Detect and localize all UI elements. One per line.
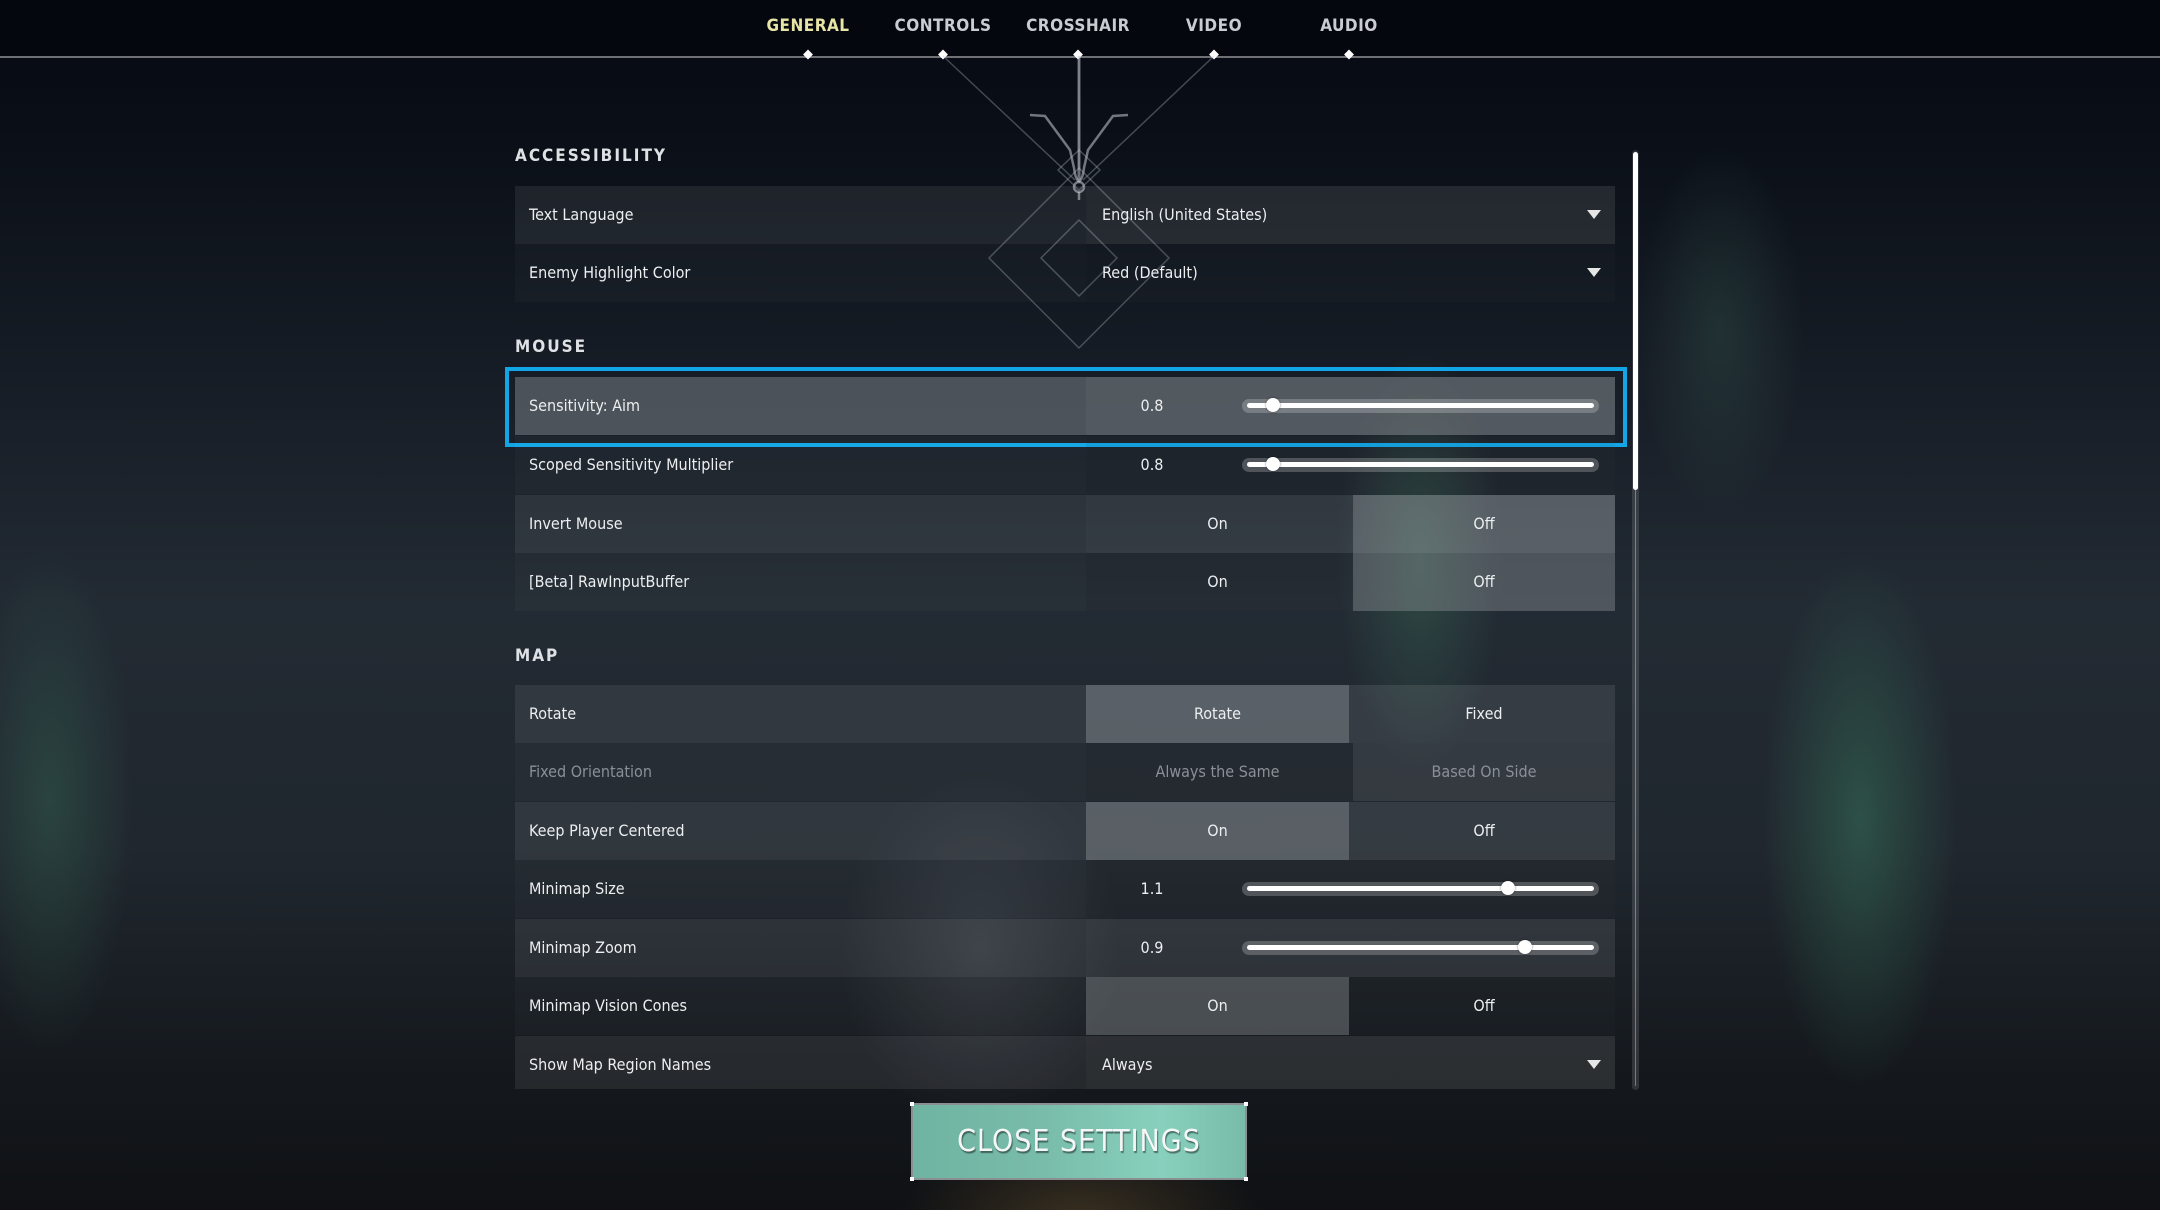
- chevron-down-icon[interactable]: [1587, 1060, 1601, 1069]
- invert-mouse-on-option[interactable]: On: [1086, 495, 1349, 553]
- show-map-region-names-dropdown[interactable]: Always: [1086, 1036, 1615, 1089]
- based-on-side-option: Based On Side: [1353, 743, 1615, 801]
- setting-label: Minimap Vision Cones: [529, 996, 687, 1015]
- slider-thumb[interactable]: [1518, 940, 1533, 954]
- settings-scrollbar[interactable]: [1632, 150, 1639, 1090]
- sensitivity-aim-slider[interactable]: [1242, 398, 1599, 413]
- section-title-map: MAP: [515, 646, 560, 666]
- setting-label: Fixed Orientation: [529, 762, 652, 781]
- minimap-zoom-slider[interactable]: [1242, 940, 1599, 955]
- setting-row-raw-input-buffer: [Beta] RawInputBuffer On Off: [515, 553, 1615, 611]
- corner-mark-icon: [910, 1102, 914, 1106]
- vision-cones-off-option[interactable]: Off: [1353, 977, 1615, 1035]
- rotate-option[interactable]: Rotate: [1086, 685, 1349, 743]
- minimap-size-slider[interactable]: [1242, 881, 1599, 896]
- tab-general[interactable]: GENERAL: [766, 16, 849, 36]
- tab-video[interactable]: VIDEO: [1186, 16, 1242, 36]
- setting-label: Enemy Highlight Color: [529, 263, 691, 282]
- slider-thumb[interactable]: [1266, 457, 1280, 471]
- setting-row-sensitivity-aim: Sensitivity: Aim 0.8: [515, 377, 1615, 435]
- setting-row-text-language: Text Language English (United States): [515, 186, 1615, 244]
- setting-value-area: 0.8: [1086, 377, 1615, 435]
- dropdown-value: English (United States): [1102, 205, 1268, 224]
- setting-row-show-map-region-names: Show Map Region Names Always: [515, 1036, 1615, 1089]
- setting-row-scoped-sensitivity-multiplier: Scoped Sensitivity Multiplier 0.8: [515, 436, 1615, 494]
- setting-row-minimap-zoom: Minimap Zoom 0.9: [515, 919, 1615, 977]
- invert-mouse-off-option[interactable]: Off: [1353, 495, 1615, 553]
- setting-value-area: Always the Same Based On Side: [1086, 743, 1615, 801]
- setting-value-area: On Off: [1086, 495, 1615, 553]
- minimap-zoom-value[interactable]: 0.9: [1132, 919, 1172, 977]
- keep-player-centered-off-option[interactable]: Off: [1353, 802, 1615, 860]
- corner-mark-icon: [1244, 1177, 1248, 1181]
- setting-value-area: 1.1: [1086, 860, 1615, 918]
- slider-thumb[interactable]: [1500, 881, 1515, 895]
- section-title-accessibility: ACCESSIBILITY: [515, 146, 667, 166]
- slider-track: [1247, 945, 1594, 950]
- scoped-multiplier-value[interactable]: 0.8: [1132, 436, 1172, 494]
- setting-label: Sensitivity: Aim: [529, 396, 641, 415]
- setting-row-invert-mouse: Invert Mouse On Off: [515, 495, 1615, 553]
- scrollbar-track: [1635, 490, 1636, 1086]
- setting-label: Keep Player Centered: [529, 821, 685, 840]
- raw-input-buffer-off-option[interactable]: Off: [1353, 553, 1615, 611]
- setting-row-rotate: Rotate Rotate Fixed: [515, 685, 1615, 743]
- enemy-highlight-color-dropdown[interactable]: Red (Default): [1086, 244, 1615, 302]
- scoped-multiplier-slider[interactable]: [1242, 457, 1599, 472]
- setting-value-area: 0.8: [1086, 436, 1615, 494]
- setting-value-area: On Off: [1086, 977, 1615, 1035]
- setting-value-area: 0.9: [1086, 919, 1615, 977]
- slider-track: [1247, 403, 1594, 408]
- section-title-mouse: MOUSE: [515, 337, 588, 357]
- minimap-size-value[interactable]: 1.1: [1132, 860, 1172, 918]
- setting-value-area: On Off: [1086, 802, 1615, 860]
- setting-label: [Beta] RawInputBuffer: [529, 572, 690, 591]
- chevron-down-icon[interactable]: [1587, 210, 1601, 219]
- setting-value-area: Rotate Fixed: [1086, 685, 1615, 743]
- sensitivity-aim-value[interactable]: 0.8: [1132, 377, 1172, 435]
- corner-mark-icon: [910, 1177, 914, 1181]
- tab-crosshair[interactable]: CROSSHAIR: [1026, 16, 1130, 36]
- tab-audio[interactable]: AUDIO: [1320, 16, 1378, 36]
- chevron-down-icon[interactable]: [1587, 268, 1601, 277]
- always-the-same-option: Always the Same: [1155, 762, 1280, 781]
- setting-label: Text Language: [529, 205, 634, 224]
- slider-track: [1247, 462, 1594, 467]
- setting-label: Minimap Size: [529, 879, 625, 898]
- raw-input-buffer-on-option[interactable]: On: [1086, 553, 1349, 611]
- setting-row-minimap-vision-cones: Minimap Vision Cones On Off: [515, 977, 1615, 1035]
- setting-label: Rotate: [529, 704, 577, 723]
- close-settings-button[interactable]: CLOSE SETTINGS: [910, 1102, 1248, 1181]
- tab-controls[interactable]: CONTROLS: [895, 16, 992, 36]
- setting-label: Show Map Region Names: [529, 1055, 712, 1074]
- scrollbar-thumb[interactable]: [1633, 152, 1638, 491]
- dropdown-value: Red (Default): [1102, 263, 1198, 282]
- setting-row-enemy-highlight-color: Enemy Highlight Color Red (Default): [515, 244, 1615, 302]
- setting-value-area: On Off: [1086, 553, 1615, 611]
- setting-row-minimap-size: Minimap Size 1.1: [515, 860, 1615, 918]
- slider-track: [1247, 886, 1594, 891]
- setting-row-fixed-orientation: Fixed Orientation Always the Same Based …: [515, 743, 1615, 801]
- text-language-dropdown[interactable]: English (United States): [1086, 186, 1615, 244]
- setting-label: Minimap Zoom: [529, 938, 637, 957]
- corner-mark-icon: [1244, 1102, 1248, 1106]
- vision-cones-on-option[interactable]: On: [1086, 977, 1349, 1035]
- setting-label: Scoped Sensitivity Multiplier: [529, 455, 734, 474]
- dropdown-value: Always: [1102, 1055, 1153, 1074]
- setting-label: Invert Mouse: [529, 514, 623, 533]
- close-settings-label: CLOSE SETTINGS: [957, 1124, 1201, 1159]
- fixed-option[interactable]: Fixed: [1353, 685, 1615, 743]
- keep-player-centered-on-option[interactable]: On: [1086, 802, 1349, 860]
- setting-row-keep-player-centered: Keep Player Centered On Off: [515, 802, 1615, 860]
- slider-thumb[interactable]: [1266, 398, 1280, 412]
